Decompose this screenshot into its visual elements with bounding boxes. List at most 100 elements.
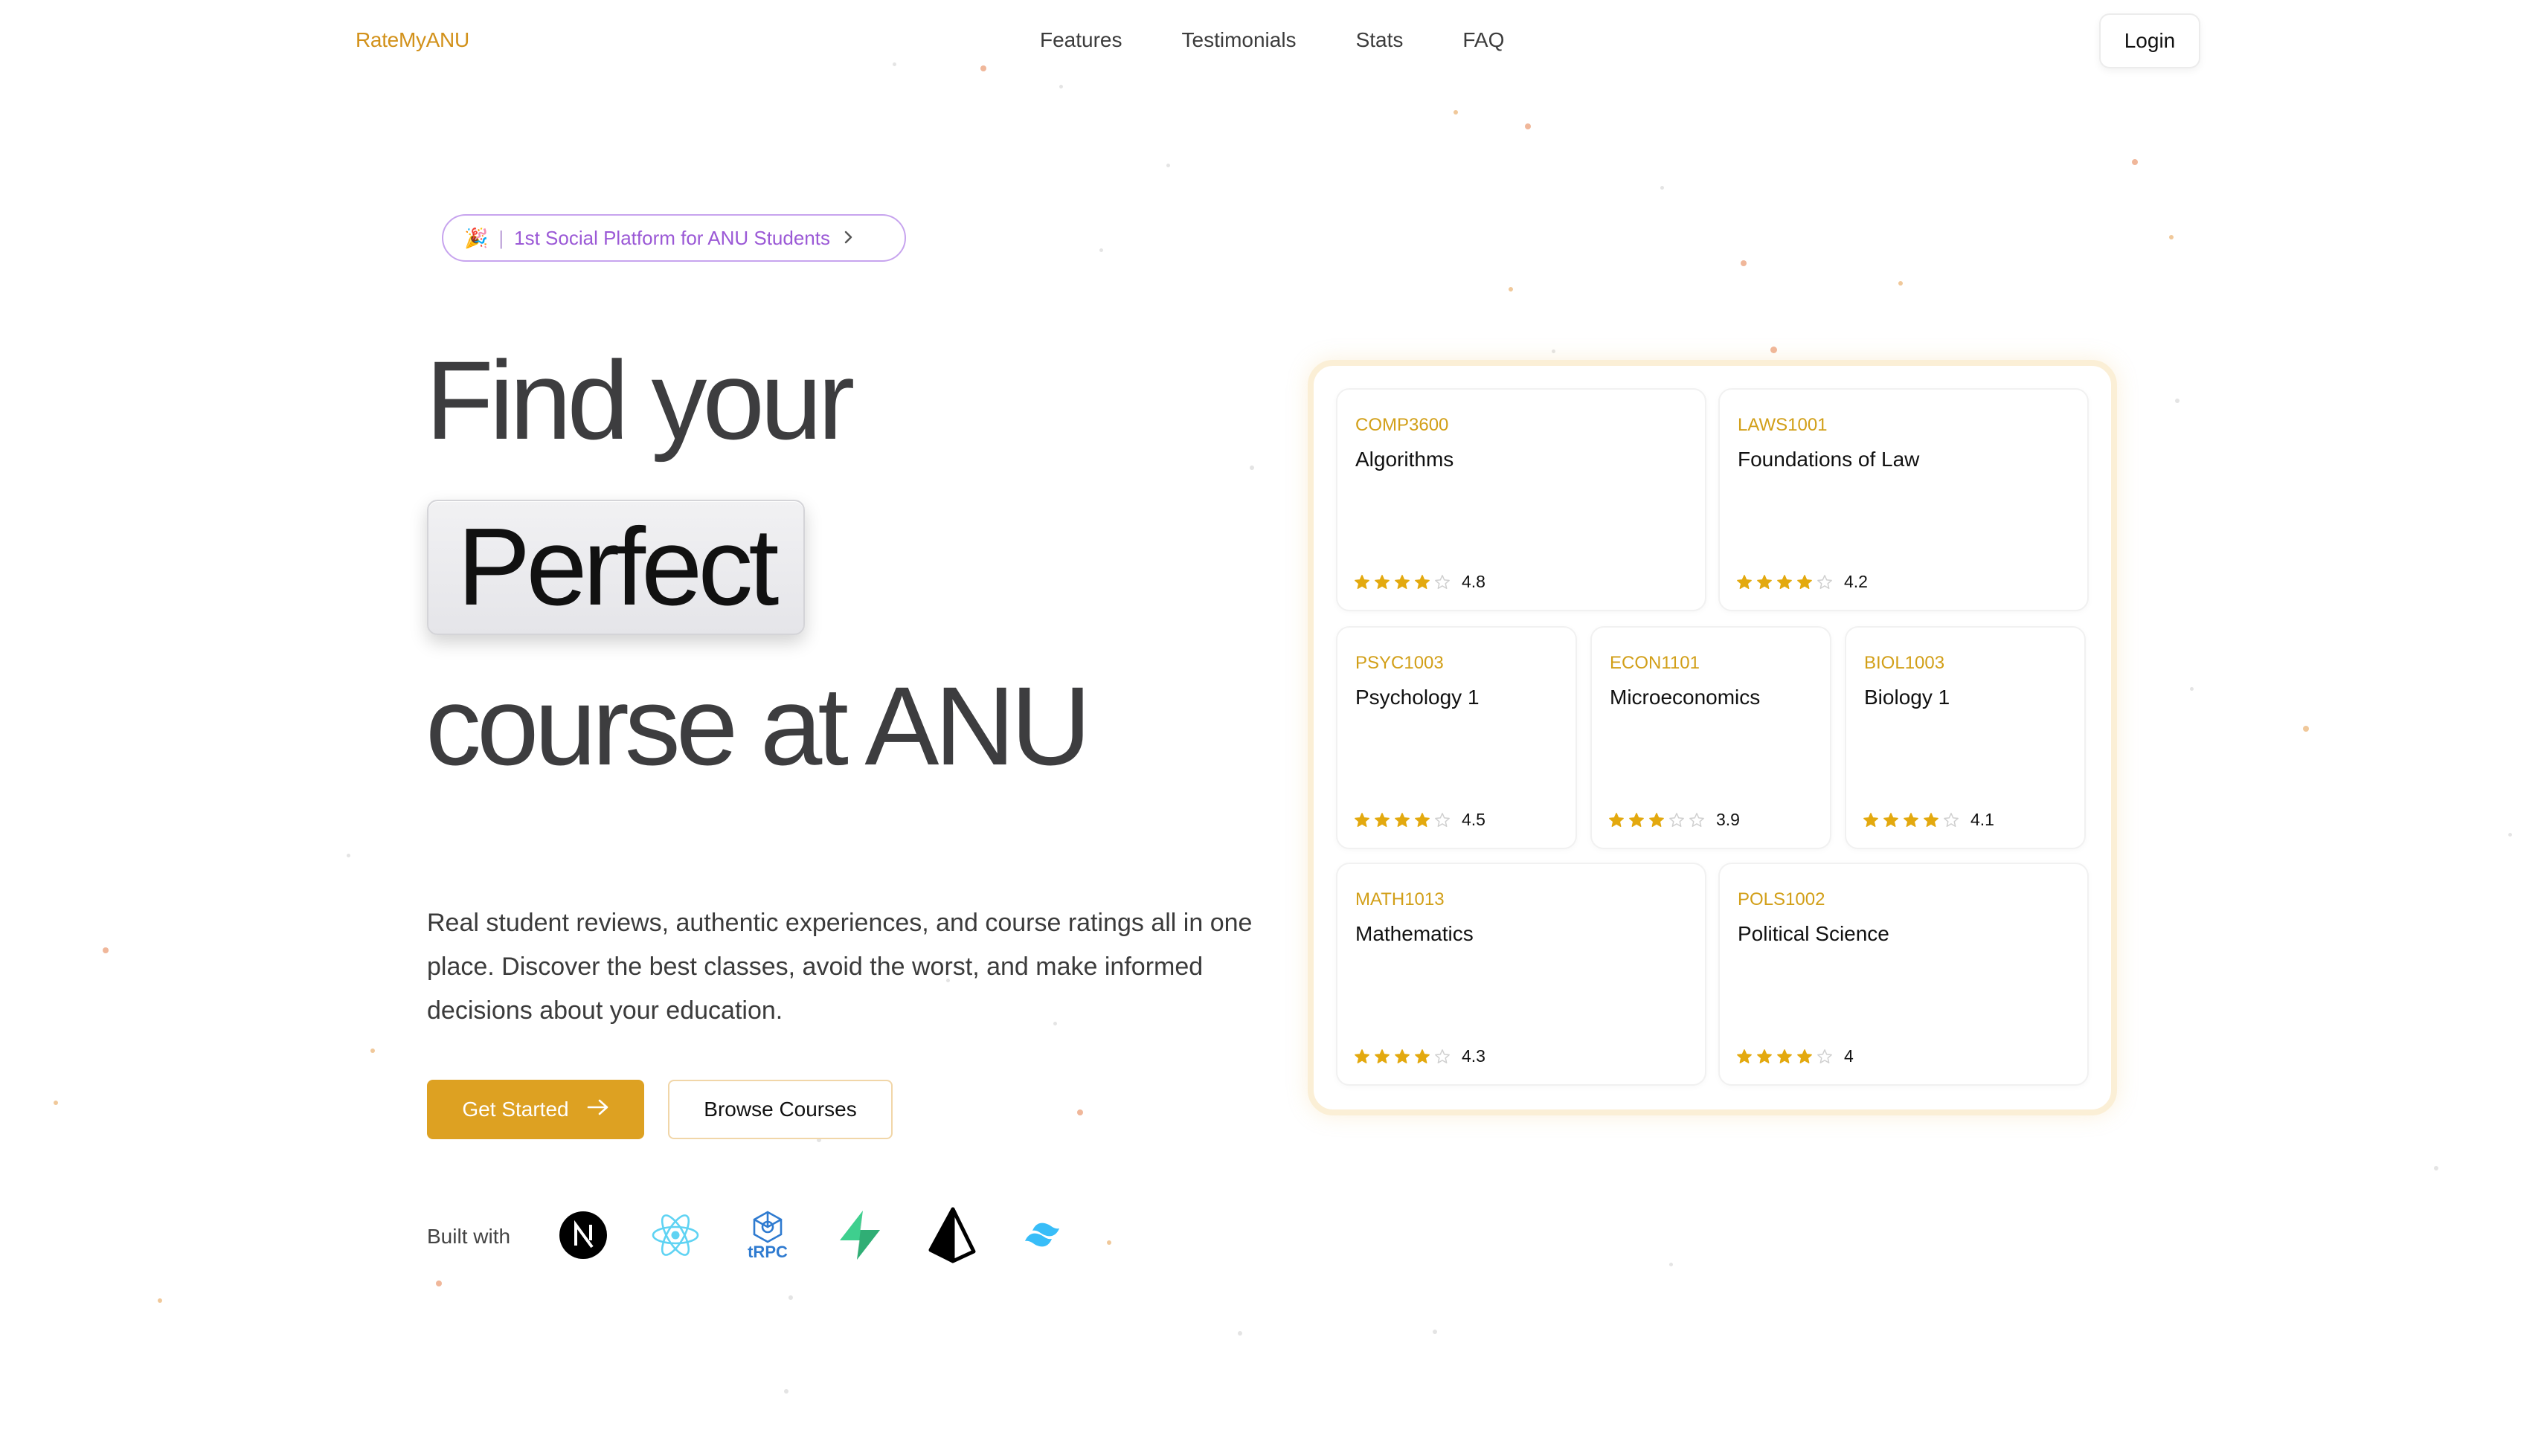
particle-dot <box>788 1295 793 1300</box>
nav-testimonials[interactable]: Testimonials <box>1182 28 1297 52</box>
browse-courses-button[interactable]: Browse Courses <box>668 1080 893 1139</box>
course-name: Mathematics <box>1355 922 1474 945</box>
particle-dot <box>1250 466 1254 470</box>
course-card[interactable]: BIOL1003 Biology 1 4.1 <box>1845 626 2086 849</box>
star-filled-icon <box>1415 1048 1430 1063</box>
particle-dot <box>2303 726 2309 732</box>
rating-value: 4.8 <box>1462 572 1485 591</box>
star-filled-icon <box>1415 574 1430 589</box>
get-started-button[interactable]: Get Started <box>427 1080 644 1139</box>
course-rating: 4 <box>1736 1046 1854 1066</box>
star-empty-icon <box>1944 812 1959 827</box>
star-filled-icon <box>1355 812 1369 827</box>
star-empty-icon <box>1817 1048 1832 1063</box>
course-rating: 4.3 <box>1354 1046 1485 1066</box>
particle-dot <box>103 947 109 953</box>
hero-description: Real student reviews, authentic experien… <box>427 909 1253 1025</box>
course-card[interactable]: LAWS1001 Foundations of Law 4.2 <box>1718 388 2089 611</box>
rating-value: 3.9 <box>1716 810 1740 829</box>
star-filled-icon <box>1777 574 1792 589</box>
course-rating: 3.9 <box>1608 810 1740 830</box>
rating-value: 4.2 <box>1844 572 1868 591</box>
course-code: MATH1013 <box>1355 889 1445 909</box>
prisma-icon <box>925 1206 979 1264</box>
star-filled-icon <box>1355 1048 1369 1063</box>
rating-value: 4 <box>1844 1046 1854 1066</box>
star-filled-icon <box>1737 574 1752 589</box>
course-code: COMP3600 <box>1355 415 1449 435</box>
tailwind-icon <box>1018 1206 1071 1264</box>
main-nav: Features Testimonials Stats FAQ <box>1040 28 1504 52</box>
hero-title-line3: course at ANU <box>425 663 1091 788</box>
particle-dot <box>54 1101 58 1105</box>
course-card[interactable]: MATH1013 Mathematics 4.3 <box>1336 863 1706 1086</box>
particle-dot <box>2175 399 2180 403</box>
course-rating: 4.8 <box>1354 572 1485 592</box>
brand-logo[interactable]: RateMyANU <box>356 28 469 52</box>
star-empty-icon <box>1435 1048 1450 1063</box>
hero-title-highlight: Perfect <box>427 500 805 635</box>
course-card[interactable]: POLS1002 Political Science 4 <box>1718 863 2089 1086</box>
star-filled-icon <box>1797 574 1812 589</box>
course-rating: 4.1 <box>1863 810 1994 830</box>
course-name: Psychology 1 <box>1355 686 1480 709</box>
rating-value: 4.3 <box>1462 1046 1485 1066</box>
course-card[interactable]: PSYC1003 Psychology 1 4.5 <box>1336 626 1577 849</box>
star-filled-icon <box>1609 812 1624 827</box>
course-card[interactable]: COMP3600 Algorithms 4.8 <box>1336 388 1706 611</box>
particle-dot <box>158 1298 162 1303</box>
badge-divider: | <box>498 226 504 249</box>
particle-dot <box>1898 281 1903 286</box>
particle-dot <box>436 1281 442 1286</box>
star-empty-icon <box>1817 574 1832 589</box>
star-filled-icon <box>1395 574 1410 589</box>
announcement-badge[interactable]: 🎉 | 1st Social Platform for ANU Students <box>442 214 906 262</box>
star-filled-icon <box>1924 812 1938 827</box>
nav-features[interactable]: Features <box>1040 28 1122 52</box>
particle-dot <box>1099 248 1103 252</box>
star-filled-icon <box>1629 812 1644 827</box>
party-popper-icon: 🎉 <box>464 226 489 249</box>
particle-dot <box>1166 164 1170 167</box>
course-name: Microeconomics <box>1610 686 1761 709</box>
nav-stats[interactable]: Stats <box>1356 28 1404 52</box>
particle-dot <box>1509 287 1513 291</box>
built-with-label: Built with <box>427 1225 511 1248</box>
course-code: ECON1101 <box>1610 653 1700 673</box>
course-code: BIOL1003 <box>1864 653 1945 673</box>
badge-text: 1st Social Platform for ANU Students <box>514 226 830 249</box>
star-empty-icon <box>1669 812 1684 827</box>
particle-dot <box>1077 1109 1083 1115</box>
particle-dot <box>1454 110 1458 115</box>
nav-faq[interactable]: FAQ <box>1462 28 1504 52</box>
star-filled-icon <box>1395 812 1410 827</box>
trpc-label: tRPC <box>748 1243 788 1261</box>
star-filled-icon <box>1904 812 1918 827</box>
get-started-label: Get Started <box>462 1098 569 1121</box>
particle-dot <box>980 65 986 71</box>
star-empty-icon <box>1435 812 1450 827</box>
star-filled-icon <box>1757 1048 1772 1063</box>
star-filled-icon <box>1415 812 1430 827</box>
particle-dot <box>1107 1240 1111 1245</box>
course-card[interactable]: ECON1101 Microeconomics 3.9 <box>1590 626 1831 849</box>
nextjs-icon <box>556 1206 610 1264</box>
particle-dot <box>1552 349 1555 353</box>
star-filled-icon <box>1395 1048 1410 1063</box>
star-empty-icon <box>1689 812 1704 827</box>
course-rating: 4.5 <box>1354 810 1485 830</box>
star-filled-icon <box>1355 574 1369 589</box>
star-filled-icon <box>1863 812 1878 827</box>
course-name: Foundations of Law <box>1738 448 1920 471</box>
particle-dot <box>1525 123 1531 129</box>
particle-dot <box>784 1389 788 1394</box>
particle-dot <box>2508 833 2512 837</box>
login-button[interactable]: Login <box>2099 13 2200 68</box>
trpc-icon: tRPC <box>741 1206 794 1264</box>
star-filled-icon <box>1649 812 1664 827</box>
react-icon <box>649 1206 702 1264</box>
course-rating: 4.2 <box>1736 572 1868 592</box>
course-name: Biology 1 <box>1864 686 1950 709</box>
chevron-right-icon <box>842 227 854 250</box>
particle-dot <box>1770 347 1777 353</box>
